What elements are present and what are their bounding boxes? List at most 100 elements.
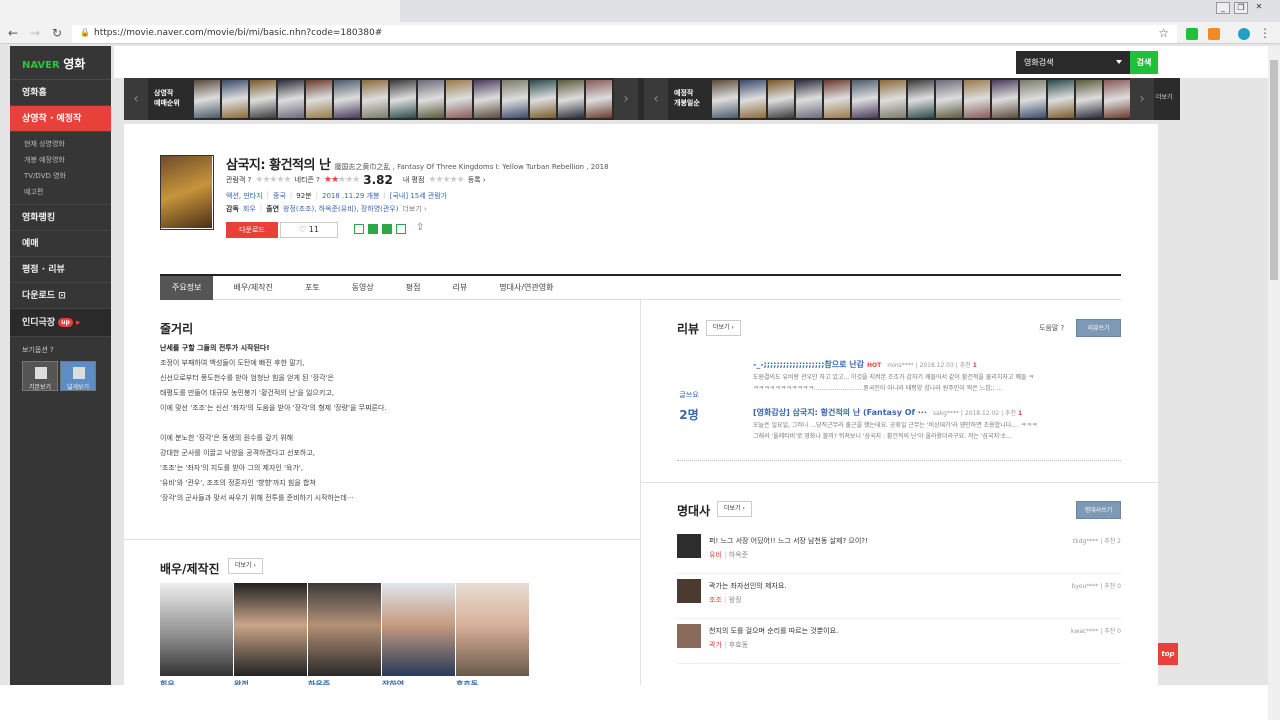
back-icon[interactable]: ←: [6, 27, 20, 41]
poster-thumb[interactable]: [1104, 80, 1130, 118]
poster-thumb[interactable]: [306, 80, 332, 118]
cast-more-link[interactable]: 더보기 ›: [402, 204, 426, 214]
browser-tab[interactable]: [0, 0, 400, 22]
write-review-button[interactable]: 리뷰쓰기: [1076, 319, 1121, 337]
poster-thumb[interactable]: [992, 80, 1018, 118]
age-rating[interactable]: [국내] 15세 관람가: [390, 191, 447, 201]
tab-review[interactable]: 리뷰: [441, 276, 480, 300]
write-line-button[interactable]: 명대사쓰기: [1076, 501, 1121, 519]
poster-thumb[interactable]: [1020, 80, 1046, 118]
share-icon[interactable]: ⇪: [416, 222, 424, 233]
poster-thumb[interactable]: [824, 80, 850, 118]
cast-photo[interactable]: [160, 583, 233, 676]
menu-kebab-icon[interactable]: ⋮: [1258, 27, 1272, 41]
cast-photo[interactable]: [456, 583, 529, 676]
sidebar-item-ranking[interactable]: 영화랭킹: [10, 205, 111, 231]
strip-more[interactable]: 더보기: [1156, 92, 1173, 101]
poster-thumb[interactable]: [768, 80, 794, 118]
genre[interactable]: 액션, 판타지: [226, 191, 263, 201]
cast-links[interactable]: 왕정(조조), 하옥준(유비), 장하영(관우): [283, 204, 398, 214]
minimize-icon[interactable]: _: [1216, 2, 1230, 14]
poster-thumb[interactable]: [908, 80, 934, 118]
bookmark-star-icon[interactable]: ☆: [1158, 26, 1169, 40]
poster-thumb[interactable]: [446, 80, 472, 118]
register-link[interactable]: 등록 ›: [468, 175, 486, 185]
cast-photo[interactable]: [308, 583, 381, 676]
poster-thumb[interactable]: [740, 80, 766, 118]
sidebar-item-now-showing[interactable]: 상영작 · 예정작: [10, 106, 111, 132]
poster-thumb[interactable]: [936, 80, 962, 118]
back-to-top-button[interactable]: top: [1158, 643, 1178, 665]
strip-prev-icon[interactable]: ‹: [124, 78, 148, 120]
sidebar-item-reviews[interactable]: 평점 · 리뷰: [10, 257, 111, 283]
poster-thumb[interactable]: [278, 80, 304, 118]
cast-photo[interactable]: [382, 583, 455, 676]
lines-more-button[interactable]: 더보기 ›: [717, 501, 752, 517]
poster-thumb[interactable]: [964, 80, 990, 118]
sidebar-item-indie[interactable]: 인디극장 up ▸: [10, 309, 111, 337]
sidebar-sub-trailer[interactable]: 예고편: [24, 184, 111, 200]
poster-thumb[interactable]: [502, 80, 528, 118]
sidebar-item-download[interactable]: 다운로드 ⊡: [10, 283, 111, 309]
poster-thumb[interactable]: [852, 80, 878, 118]
extension-green-icon[interactable]: [1186, 28, 1198, 40]
poster-thumb[interactable]: [712, 80, 738, 118]
tab-cast[interactable]: 배우/제작진: [221, 276, 285, 300]
review-item[interactable]: -_-;;;;;;;;;;;;;;;;;;;참으로 난감 HOT mins**** …: [753, 359, 1121, 394]
poster-thumb[interactable]: [558, 80, 584, 118]
strip-prev2-icon[interactable]: ‹: [644, 78, 668, 120]
view-wide-button[interactable]: 넓게보기: [60, 361, 96, 391]
close-icon[interactable]: ✕: [1252, 2, 1266, 14]
poster-thumb[interactable]: [586, 80, 612, 118]
review-title[interactable]: [영화감상] 삼국지: 황건적의 난 (Fantasy Of ···: [753, 408, 927, 417]
like-button[interactable]: ♡ 11: [280, 222, 338, 238]
sidebar-item-home[interactable]: 영화홈: [10, 80, 111, 106]
director-link[interactable]: 회우: [243, 204, 256, 214]
scrollbar-thumb[interactable]: [1270, 60, 1278, 280]
help-link[interactable]: 도움말 ?: [1039, 323, 1064, 333]
search-select[interactable]: 영화검색: [1020, 53, 1128, 72]
sidebar-item-booking[interactable]: 예매: [10, 231, 111, 257]
restore-icon[interactable]: ❐: [1234, 2, 1248, 14]
profile-avatar-icon[interactable]: [1238, 28, 1250, 40]
review-item[interactable]: [영화감상] 삼국지: 황건적의 난 (Fantasy Of ··· sakg**…: [753, 407, 1121, 442]
poster-thumb[interactable]: [530, 80, 556, 118]
tab-lines[interactable]: 명대사/연관영화: [487, 276, 565, 300]
poster-thumb[interactable]: [796, 80, 822, 118]
share-star-icon[interactable]: [382, 224, 392, 234]
cast-photo[interactable]: [234, 583, 307, 676]
poster-thumb[interactable]: [334, 80, 360, 118]
share-blog-icon[interactable]: [354, 224, 364, 234]
country[interactable]: 중국: [273, 191, 286, 201]
tab-photo[interactable]: 포토: [293, 276, 332, 300]
address-bar[interactable]: 🔒 https://movie.naver.com/movie/bi/mi/ba…: [72, 25, 1177, 43]
share-check-icon[interactable]: [368, 224, 378, 234]
poster-thumb[interactable]: [222, 80, 248, 118]
naver-movie-logo[interactable]: NAVER 영화: [10, 46, 111, 80]
sidebar-sub-current[interactable]: 현재 상영영화: [24, 136, 111, 152]
extension-orange-icon[interactable]: [1208, 28, 1220, 40]
tab-rating[interactable]: 평점: [394, 276, 433, 300]
sidebar-sub-tvdvd[interactable]: TV/DVD 영화: [24, 168, 111, 184]
my-rating-stars[interactable]: ★★★★★: [428, 175, 464, 185]
movie-poster[interactable]: [160, 155, 214, 230]
poster-thumb[interactable]: [250, 80, 276, 118]
search-button[interactable]: 검색: [1130, 51, 1158, 74]
tab-main-info[interactable]: 주요정보: [160, 276, 214, 300]
strip-next-icon[interactable]: ›: [614, 78, 638, 120]
download-button[interactable]: 다운로드: [226, 222, 278, 238]
share-box-icon[interactable]: [396, 224, 406, 234]
sidebar-sub-upcoming[interactable]: 개봉 예정영화: [24, 152, 111, 168]
view-basic-button[interactable]: 기본보기: [22, 361, 58, 391]
poster-thumb[interactable]: [1048, 80, 1074, 118]
release-date[interactable]: 2018 .11.29 개봉: [322, 191, 379, 201]
review-more-button[interactable]: 더보기 ›: [706, 320, 741, 336]
poster-thumb[interactable]: [362, 80, 388, 118]
tab-video[interactable]: 동영상: [340, 276, 386, 300]
reload-icon[interactable]: ↻: [50, 27, 64, 41]
forward-icon[interactable]: →: [28, 27, 42, 41]
poster-thumb[interactable]: [1076, 80, 1102, 118]
strip-next2-icon[interactable]: ›: [1130, 78, 1154, 120]
cast-more-button[interactable]: 더보기 ›: [228, 558, 263, 574]
poster-thumb[interactable]: [390, 80, 416, 118]
